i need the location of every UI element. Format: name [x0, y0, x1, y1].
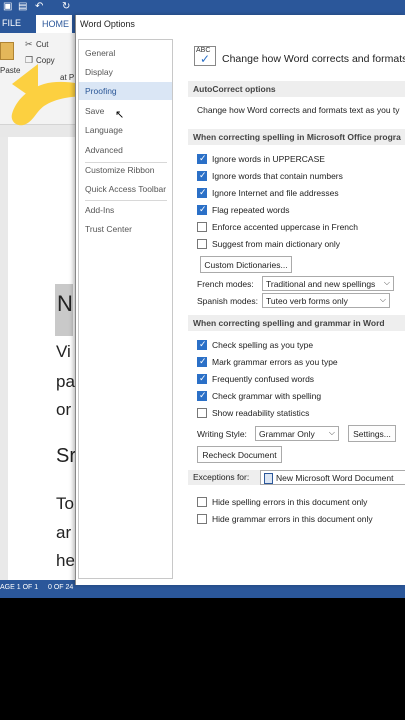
section-word-spelling: When correcting spelling and grammar in …	[188, 315, 405, 331]
recheck-document-button[interactable]: Recheck Document	[197, 446, 282, 463]
hide-grammar-label[interactable]: Hide grammar errors in this document onl…	[212, 514, 373, 524]
nav-item-quick-access-toolbar[interactable]: Quick Access Toolbar	[79, 180, 172, 198]
undo-icon[interactable]: ↶	[35, 1, 43, 12]
doc-text-line: To	[56, 494, 74, 513]
proofing-panel: ABC ✓ Change how Word corrects and forma…	[180, 39, 405, 579]
writing-style-select[interactable]: Grammar Only ⌵	[255, 426, 339, 441]
french-modes-value: Traditional and new spellings	[266, 279, 376, 289]
ignore-numbers-label[interactable]: Ignore words that contain numbers	[212, 171, 343, 181]
tab-home[interactable]: HOME	[36, 15, 72, 33]
paste-icon[interactable]	[0, 42, 14, 60]
chevron-down-icon: ⌵	[328, 428, 335, 437]
doc-text-line: he	[56, 551, 75, 570]
doc-text-line: ar	[56, 523, 72, 542]
confused-words-checkbox[interactable]	[197, 373, 207, 384]
check-spelling-label[interactable]: Check spelling as you type	[212, 340, 313, 350]
doc-heading-text: N	[55, 284, 73, 336]
flag-repeated-label[interactable]: Flag repeated words	[212, 205, 290, 215]
doc-text-line: or	[56, 400, 72, 419]
spanish-modes-value: Tuteo verb forms only	[266, 296, 348, 306]
page-heading: Change how Word corrects and formats y	[222, 53, 405, 65]
status-word-count[interactable]: 0 OF 24	[48, 584, 73, 591]
doc-subheading: Sr	[56, 445, 76, 467]
hide-grammar-checkbox[interactable]	[197, 514, 207, 524]
section-office-spelling: When correcting spelling in Microsoft Of…	[188, 129, 405, 145]
ignore-internet-label[interactable]: Ignore Internet and file addresses	[212, 188, 339, 198]
check-grammar-checkbox[interactable]	[197, 390, 207, 401]
nav-item-proofing[interactable]: Proofing	[79, 82, 172, 100]
custom-dictionaries-button[interactable]: Custom Dictionaries...	[200, 256, 292, 273]
save-icon[interactable]: ▤	[18, 1, 27, 12]
redo-icon[interactable]: ↻	[62, 1, 70, 12]
doc-text-line: pa	[56, 372, 75, 391]
exceptions-document-select[interactable]: New Microsoft Word Document	[260, 470, 405, 485]
enforce-french-checkbox[interactable]	[197, 222, 207, 232]
readability-checkbox[interactable]	[197, 408, 207, 418]
spanish-modes-select[interactable]: Tuteo verb forms only ⌵	[262, 293, 390, 308]
options-nav: General Display Proofing Save Language A…	[78, 39, 173, 579]
ignore-uppercase-checkbox[interactable]	[197, 153, 207, 164]
main-dictionary-checkbox[interactable]	[197, 239, 207, 249]
nav-item-advanced[interactable]: Advanced	[79, 141, 172, 159]
dialog-titlebar[interactable]: Word Options	[76, 15, 405, 34]
confused-words-label[interactable]: Frequently confused words	[212, 374, 314, 384]
readability-label[interactable]: Show readability statistics	[212, 408, 309, 418]
word-logo-icon: ▣	[3, 1, 13, 12]
nav-item-add-ins[interactable]: Add-Ins	[79, 201, 172, 219]
chevron-down-icon: ⌵	[383, 278, 390, 287]
status-page-count[interactable]: AGE 1 OF 1	[0, 584, 38, 591]
word-options-dialog: Word Options General Display Proofing Sa…	[75, 15, 405, 585]
french-modes-label: French modes:	[197, 279, 254, 289]
nav-item-general[interactable]: General	[79, 44, 172, 62]
writing-style-label: Writing Style:	[197, 429, 247, 439]
tab-file[interactable]: FILE	[2, 18, 21, 28]
mark-grammar-label[interactable]: Mark grammar errors as you type	[212, 357, 338, 367]
section-autocorrect: AutoCorrect options	[188, 81, 405, 97]
chevron-down-icon: ⌵	[379, 295, 386, 304]
check-grammar-label[interactable]: Check grammar with spelling	[212, 391, 321, 401]
hide-spelling-checkbox[interactable]	[197, 497, 207, 507]
word-document-icon	[264, 473, 273, 484]
mouse-cursor-icon: ↖	[115, 109, 125, 121]
cut-label[interactable]: Cut	[36, 40, 48, 49]
main-dictionary-label[interactable]: Suggest from main dictionary only	[212, 239, 340, 249]
nav-item-display[interactable]: Display	[79, 63, 172, 81]
ignore-numbers-checkbox[interactable]	[197, 170, 207, 181]
french-modes-select[interactable]: Traditional and new spellings ⌵	[262, 276, 394, 291]
hide-spelling-label[interactable]: Hide spelling errors in this document on…	[212, 497, 367, 507]
quick-access-toolbar: ▣ ▤ ↶ ↻	[0, 0, 405, 15]
dialog-title: Word Options	[80, 19, 135, 29]
settings-button[interactable]: Settings...	[348, 425, 396, 442]
enforce-french-label[interactable]: Enforce accented uppercase in French	[212, 222, 358, 232]
checkmark-icon: ✓	[200, 52, 211, 66]
nav-item-customize-ribbon[interactable]: Customize Ribbon	[79, 161, 172, 179]
nav-item-language[interactable]: Language	[79, 121, 172, 139]
writing-style-value: Grammar Only	[259, 429, 315, 439]
ignore-uppercase-label[interactable]: Ignore words in UPPERCASE	[212, 154, 325, 164]
doc-text-line: Vi	[56, 342, 71, 361]
spanish-modes-label: Spanish modes:	[197, 296, 258, 306]
ignore-internet-checkbox[interactable]	[197, 187, 207, 198]
flag-repeated-checkbox[interactable]	[197, 204, 207, 215]
autocorrect-description: Change how Word corrects and formats tex…	[197, 105, 400, 115]
nav-item-save[interactable]: Save	[79, 102, 172, 120]
exceptions-document-value: New Microsoft Word Document	[276, 473, 394, 483]
nav-item-trust-center[interactable]: Trust Center	[79, 220, 172, 238]
check-spelling-checkbox[interactable]	[197, 339, 207, 350]
mark-grammar-checkbox[interactable]	[197, 356, 207, 367]
scissors-icon[interactable]: ✂	[25, 39, 33, 50]
exceptions-label: Exceptions for:	[193, 472, 250, 482]
